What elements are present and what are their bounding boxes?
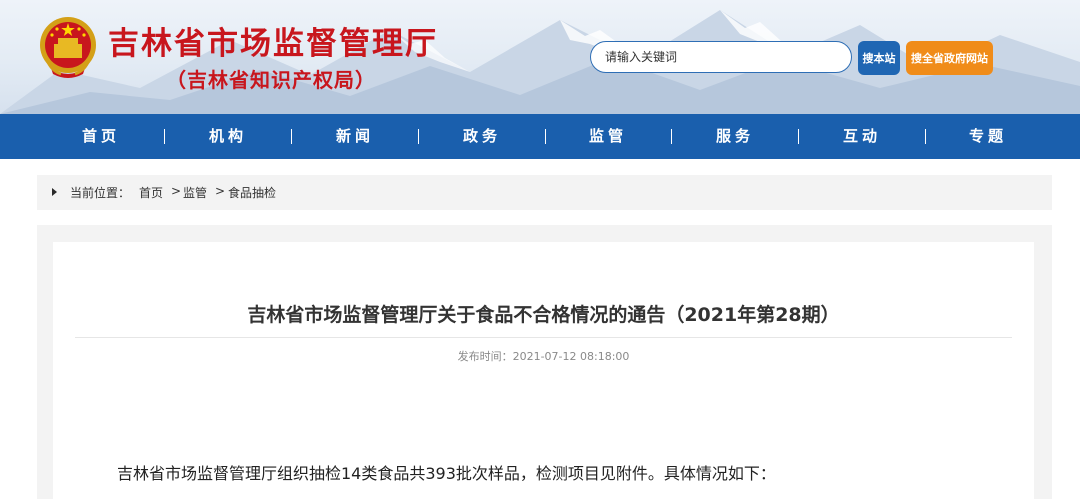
site-subtitle: （吉林省知识产权局） [166,68,376,92]
article-title: 吉林省市场监督管理厅关于食品不合格情况的通告（2021年第28期） [247,304,840,326]
nav-separator [798,129,799,144]
search-input[interactable] [590,41,852,73]
publish-info: 发布时间：2021-07-12 08:18:00 [53,348,1034,364]
nav-item-supervision[interactable]: 监管 [563,114,653,159]
nav-separator [925,129,926,144]
article-panel: 吉林省市场监督管理厅关于食品不合格情况的通告（2021年第28期） 发布时间：2… [53,242,1034,499]
breadcrumb-prefix: 当前位置： [70,186,131,200]
breadcrumb-separator: > [215,184,226,198]
national-emblem-icon [40,17,96,78]
main-nav: 首页 机构 新闻 政务 监管 服务 互动 专题 [0,114,1080,159]
breadcrumb-home[interactable]: 首页 [139,184,163,201]
breadcrumb-food-inspection[interactable]: 食品抽检 [228,184,276,201]
nav-item-services[interactable]: 服务 [690,114,780,159]
nav-separator [418,129,419,144]
nav-item-topics[interactable]: 专题 [943,114,1033,159]
nav-separator [291,129,292,144]
nav-separator [164,129,165,144]
search-site-button[interactable]: 搜本站 [858,41,900,75]
nav-item-affairs[interactable]: 政务 [437,114,527,159]
nav-item-agency[interactable]: 机构 [183,114,273,159]
breadcrumb-supervision[interactable]: 监管 [183,184,207,201]
search-gov-button[interactable]: 搜全省政府网站 [906,41,993,75]
breadcrumb-separator: > [171,184,182,198]
site-title: 吉林省市场监督管理厅 [108,26,438,62]
triangle-right-icon [52,188,57,196]
breadcrumb: 当前位置： 首页 > 监管 > 食品抽检 [37,175,1052,210]
site-header: 吉林省市场监督管理厅 （吉林省知识产权局） 搜本站 搜全省政府网站 [0,0,1080,114]
publish-time: 2021-07-12 08:18:00 [512,350,630,363]
content-area: 吉林省市场监督管理厅关于食品不合格情况的通告（2021年第28期） 发布时间：2… [37,225,1052,499]
publish-label: 发布时间： [457,350,513,363]
nav-separator [671,129,672,144]
title-divider [75,337,1012,338]
article-paragraph: 吉林省市场监督管理厅组织抽检14类食品共393批次样品，检测项目见附件。具体情况… [117,464,776,483]
nav-separator [545,129,546,144]
nav-item-interaction[interactable]: 互动 [817,114,907,159]
nav-item-home[interactable]: 首页 [56,114,146,159]
nav-item-news[interactable]: 新闻 [310,114,400,159]
